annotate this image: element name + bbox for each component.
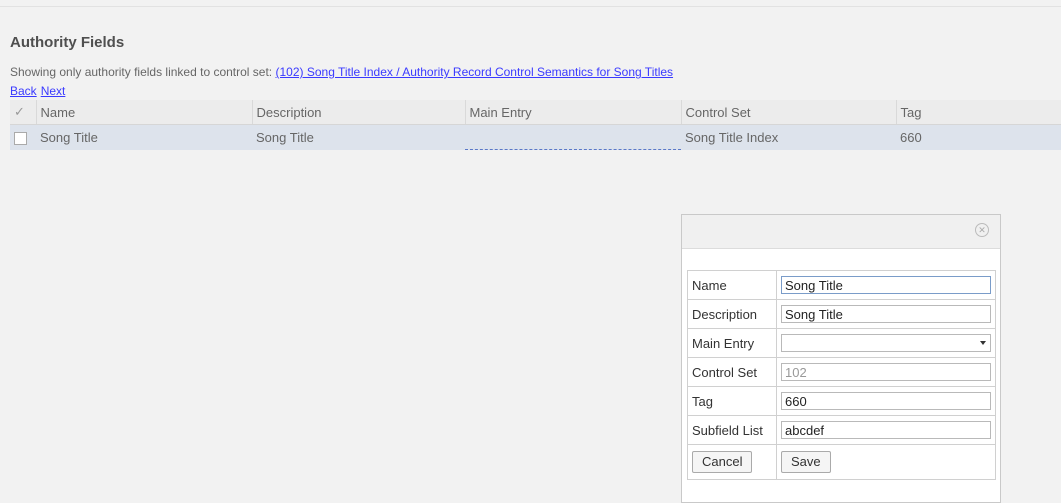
column-header-description[interactable]: Description — [252, 100, 466, 125]
column-header-main-entry[interactable]: Main Entry — [465, 100, 682, 125]
name-field[interactable] — [781, 276, 991, 294]
top-divider — [0, 6, 1061, 7]
main-entry-select[interactable] — [781, 334, 991, 352]
cell-description[interactable]: Song Title — [252, 125, 465, 150]
back-link[interactable]: Back — [10, 84, 37, 98]
edit-form: Name Description Main Entry Control Set … — [687, 270, 996, 480]
page-title: Authority Fields — [10, 34, 125, 51]
authority-fields-grid: ✓ Name Description Main Entry Control Se… — [10, 100, 1061, 150]
control-set-link[interactable]: (102) Song Title Index / Authority Recor… — [276, 65, 674, 79]
main-entry-label: Main Entry — [687, 328, 777, 358]
filter-description: Showing only authority fields linked to … — [10, 65, 673, 79]
edit-authority-field-dialog: ✕ Name Description Main Entry Control Se… — [681, 214, 1001, 503]
close-icon[interactable]: ✕ — [975, 223, 989, 237]
filter-text: Showing only authority fields linked to … — [10, 65, 273, 79]
subfield-list-field[interactable] — [781, 421, 991, 439]
cancel-button[interactable]: Cancel — [692, 451, 753, 473]
row-select-cell[interactable] — [10, 125, 36, 150]
description-field[interactable] — [781, 305, 991, 323]
control-set-label: Control Set — [687, 357, 777, 387]
name-label: Name — [687, 270, 777, 300]
control-set-field — [781, 363, 991, 381]
cell-name[interactable]: Song Title — [36, 125, 252, 150]
tag-label: Tag — [687, 386, 777, 416]
cell-main-entry[interactable] — [465, 124, 681, 150]
table-row[interactable]: Song Title Song Title Song Title Index 6… — [10, 124, 1061, 150]
description-label: Description — [687, 299, 777, 329]
column-header-tag[interactable]: Tag — [896, 100, 1061, 125]
cell-tag[interactable]: 660 — [896, 125, 1061, 150]
chevron-down-icon[interactable] — [980, 341, 986, 345]
grid-header-row: ✓ Name Description Main Entry Control Se… — [10, 100, 1061, 125]
column-header-control-set[interactable]: Control Set — [681, 100, 897, 125]
row-checkbox[interactable] — [14, 131, 27, 145]
dialog-titlebar[interactable]: ✕ — [682, 215, 1000, 249]
pager: Back Next — [10, 84, 69, 98]
select-all-header[interactable]: ✓ — [10, 100, 37, 125]
check-icon: ✓ — [14, 104, 25, 119]
column-header-name[interactable]: Name — [36, 100, 253, 125]
save-button[interactable]: Save — [781, 451, 831, 473]
subfield-list-label: Subfield List — [687, 415, 777, 445]
tag-field[interactable] — [781, 392, 991, 410]
cell-control-set[interactable]: Song Title Index — [681, 125, 896, 150]
next-link[interactable]: Next — [41, 84, 66, 98]
